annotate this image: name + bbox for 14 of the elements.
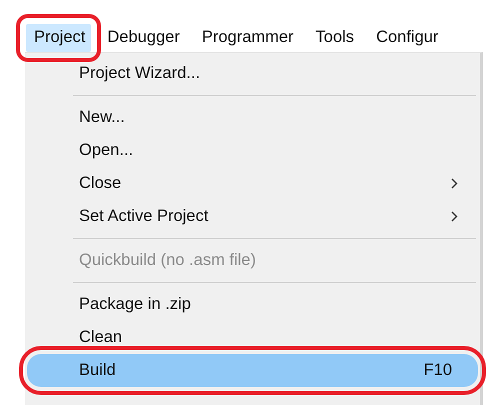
menu-item[interactable]: Project Wizard... [27,57,478,90]
menu-item[interactable]: Tools [308,24,360,52]
menu-item[interactable]: Set Active Project [27,200,478,233]
menu-item[interactable]: Programmer [194,24,300,52]
menu-item[interactable]: Package in .zip [27,288,478,321]
shortcut-label: F10 [424,361,452,380]
menu-item[interactable]: Debugger [99,24,186,52]
menu-item[interactable]: Clean [27,321,478,354]
menu-item[interactable]: Open... [27,134,478,167]
menu-item[interactable]: Project [26,24,92,52]
menu-item[interactable]: Build F10 [27,354,478,387]
menu-item[interactable]: Configur [368,24,444,52]
menu-item[interactable]: Close [27,167,478,200]
menu-item[interactable]: New... [27,101,478,134]
